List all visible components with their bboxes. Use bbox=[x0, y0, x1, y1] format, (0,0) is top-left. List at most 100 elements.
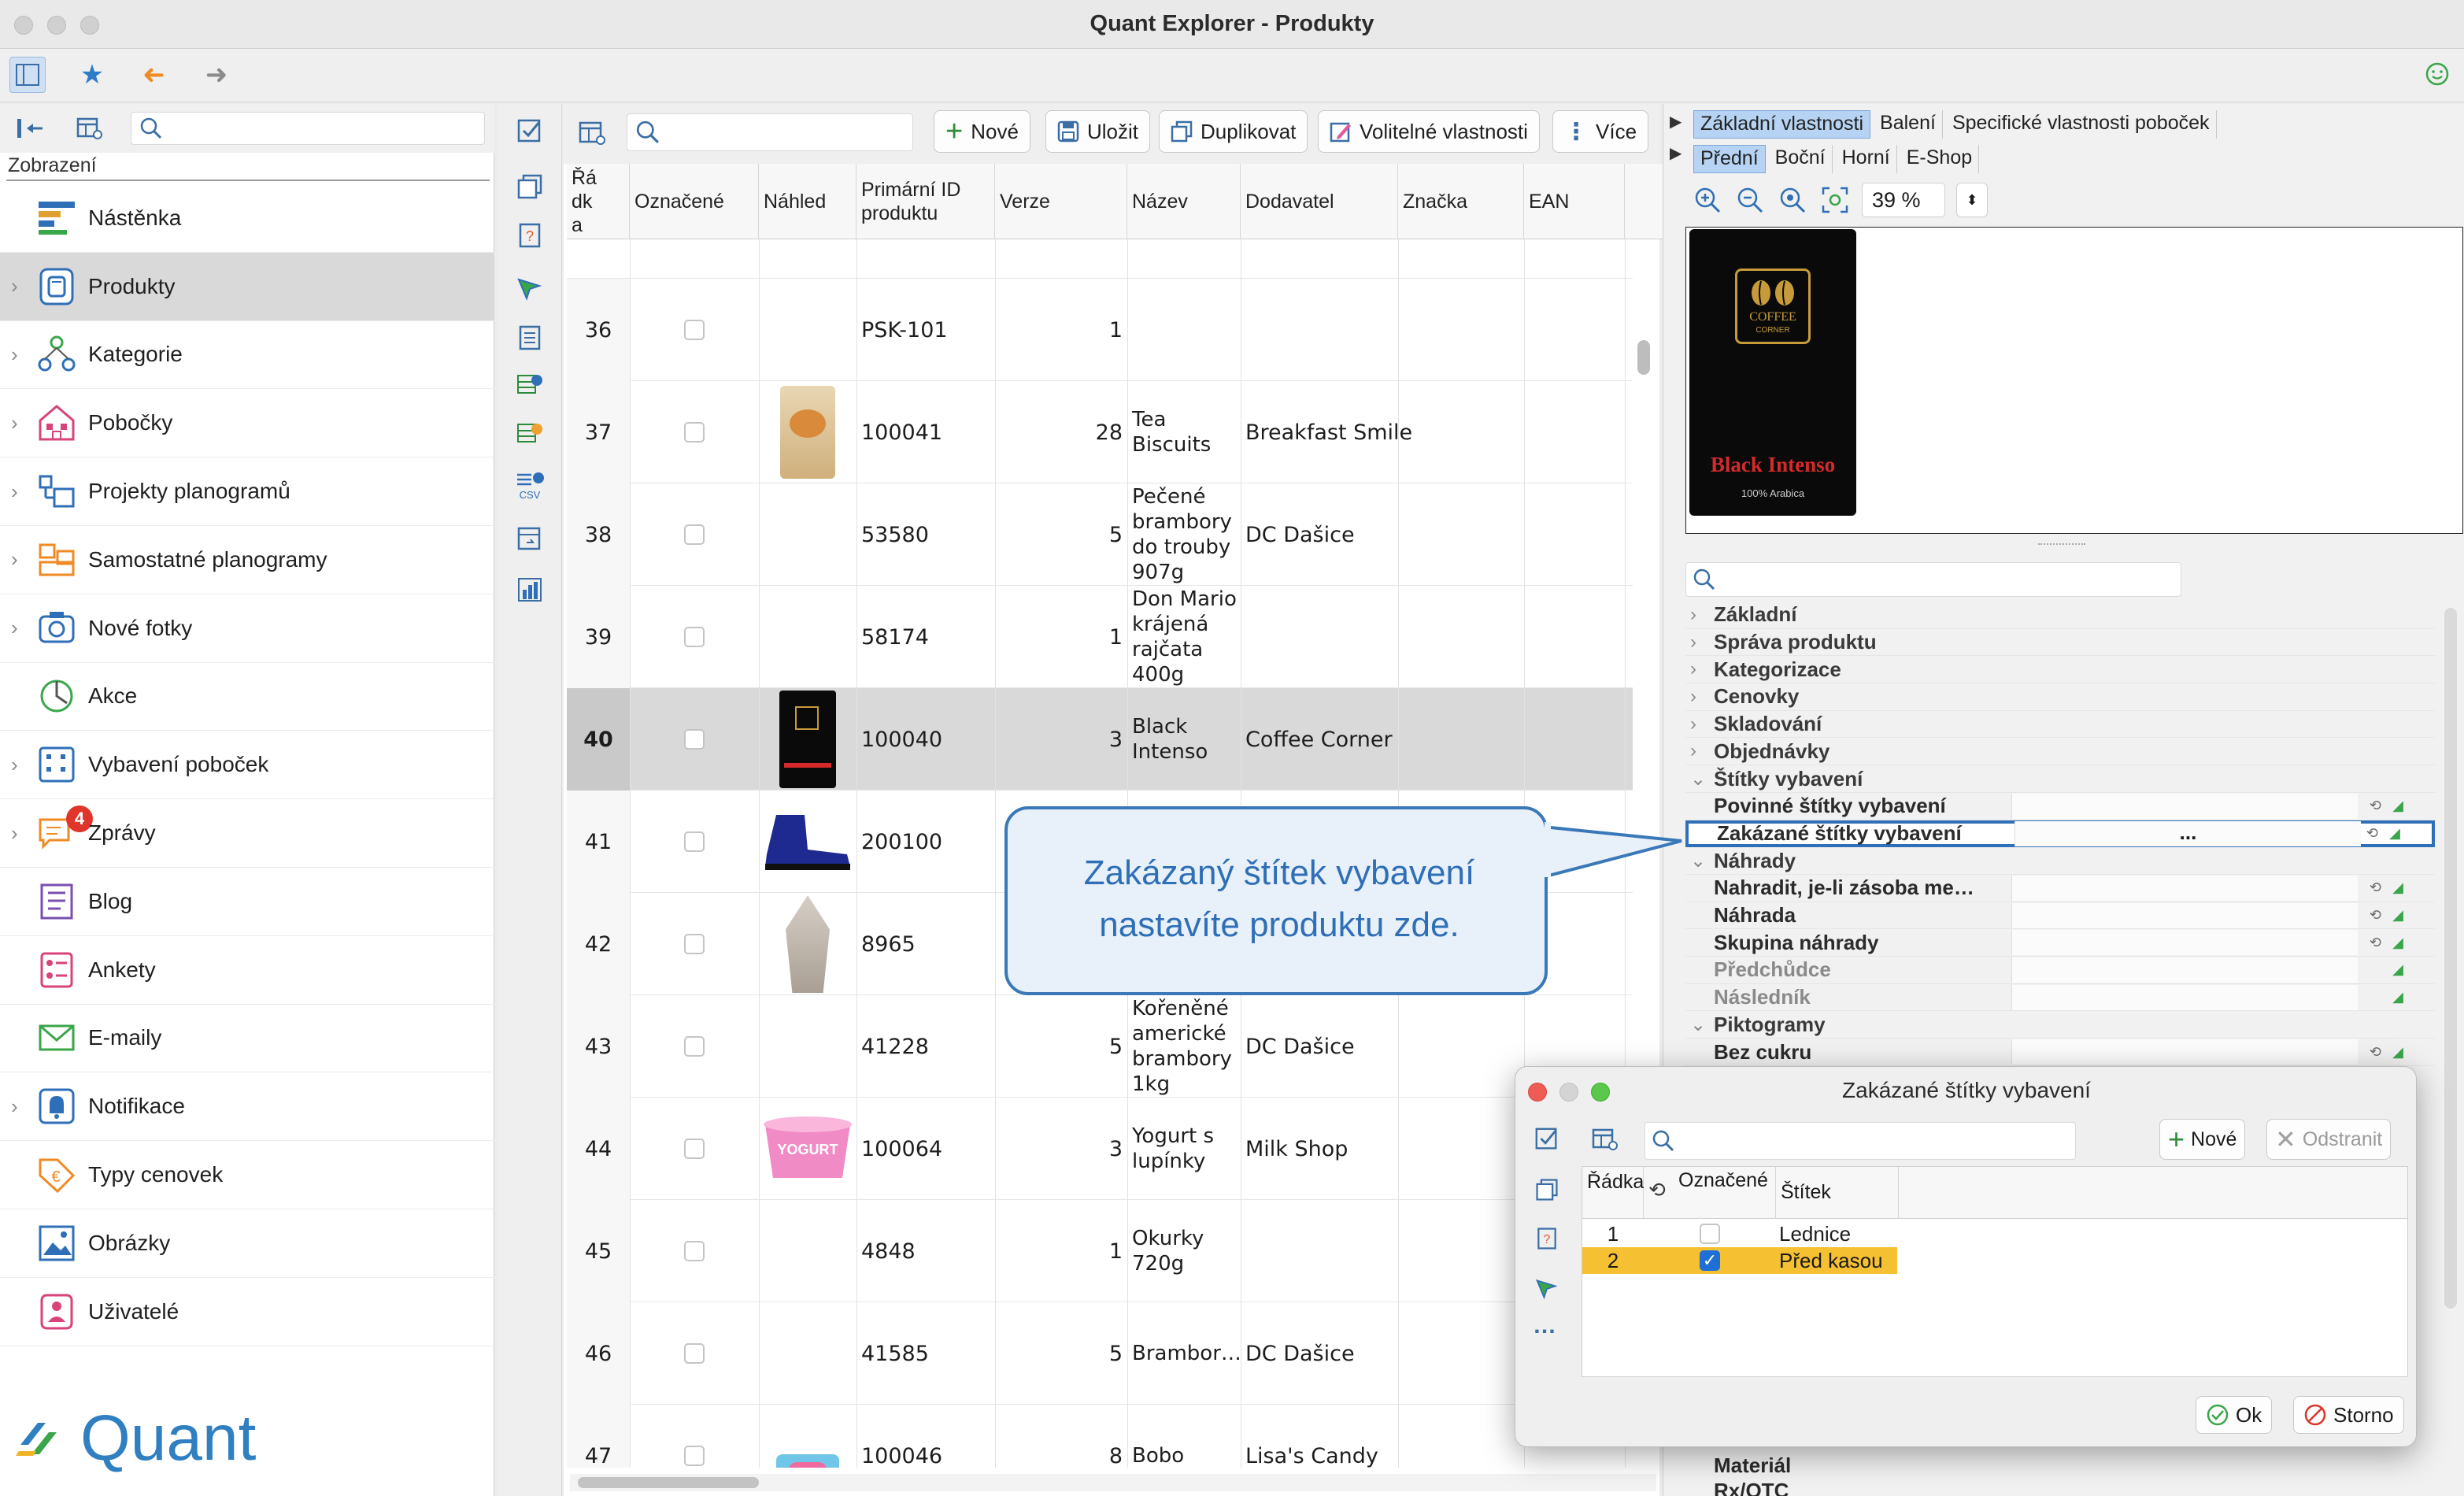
sidebar-item-image[interactable]: Obrázky bbox=[0, 1209, 494, 1278]
chevron-right-icon[interactable]: › bbox=[1690, 740, 1696, 762]
column-header-checked[interactable]: Označené bbox=[630, 164, 759, 239]
dialog-row-checkbox[interactable]: ✓ bbox=[1700, 1250, 1720, 1271]
copy-button[interactable] bbox=[510, 167, 549, 206]
chevron-right-icon[interactable]: › bbox=[11, 753, 18, 777]
table-row[interactable]: 37 100041 28 Tea Biscuits Breakfast Smile bbox=[567, 381, 1633, 483]
table-row-partial[interactable] bbox=[567, 239, 1633, 279]
table-horizontal-scrollbar[interactable] bbox=[570, 1474, 1656, 1491]
property-row[interactable]: Náhrada ⟲ ◢ bbox=[1685, 902, 2435, 930]
row-checkbox[interactable] bbox=[684, 729, 705, 750]
chevron-right-icon[interactable]: › bbox=[1690, 604, 1696, 626]
row-checkbox[interactable] bbox=[684, 627, 705, 647]
property-group[interactable]: › Správa produktu bbox=[1685, 629, 2435, 657]
reset-value-icon[interactable]: ⟲ bbox=[2370, 1044, 2381, 1061]
sidebar-item-user[interactable]: Uživatelé bbox=[0, 1278, 494, 1346]
statistics-button[interactable] bbox=[510, 570, 549, 609]
column-header-preview[interactable]: Náhled bbox=[759, 164, 856, 239]
property-row[interactable]: Následník ◢ bbox=[1685, 984, 2435, 1012]
property-group[interactable]: ⌄ Štítky vybavení bbox=[1685, 765, 2435, 793]
duplicate-button[interactable]: Duplikovat bbox=[1159, 110, 1308, 153]
tab-eshop-view[interactable]: E-Shop bbox=[1900, 145, 1980, 173]
inherit-value-icon[interactable]: ◢ bbox=[2392, 935, 2403, 951]
table-row[interactable]: 36 PSK-101 1 bbox=[567, 279, 1633, 381]
inherit-value-icon[interactable]: ◢ bbox=[2392, 989, 2403, 1005]
dialog-column-label[interactable]: Štítek bbox=[1776, 1167, 1899, 1219]
sidebar-search-input[interactable] bbox=[131, 112, 485, 145]
property-value-field[interactable] bbox=[2011, 1039, 2358, 1065]
dialog-map-pointer-button[interactable] bbox=[1530, 1272, 1564, 1306]
tab-front-view[interactable]: Přední bbox=[1693, 145, 1766, 173]
table-row[interactable]: 45 4848 1 Okurky 720g bbox=[567, 1200, 1633, 1302]
table-settings-button[interactable] bbox=[72, 112, 107, 145]
row-checkbox[interactable] bbox=[684, 320, 705, 340]
tab-top-view[interactable]: Horní bbox=[1836, 145, 1897, 173]
inherit-value-icon[interactable]: ◢ bbox=[2392, 1044, 2403, 1061]
more-button[interactable]: ⋮ Více bbox=[1552, 110, 1649, 153]
sidebar-item-bell[interactable]: › Notifikace bbox=[0, 1072, 494, 1142]
dialog-table-row[interactable]: 2 ✓ Před kasou bbox=[1582, 1247, 1897, 1274]
chevron-right-icon[interactable]: › bbox=[1690, 686, 1696, 708]
back-button[interactable]: ➜ bbox=[135, 57, 172, 93]
zoom-level-field[interactable]: 39 % bbox=[1862, 183, 1945, 217]
property-group[interactable]: ⌄ Piktogramy bbox=[1685, 1012, 2435, 1039]
row-checkbox[interactable] bbox=[684, 1446, 705, 1466]
sidebar-item-promotion[interactable]: Akce bbox=[0, 663, 494, 731]
horizontal-scroll-thumb[interactable] bbox=[578, 1477, 759, 1488]
table-row[interactable]: 44 YOGURT 100064 3 Yogurt s lupínky Milk Shop bbox=[567, 1098, 1633, 1200]
column-header-version[interactable]: Verze bbox=[995, 164, 1127, 239]
property-value-field[interactable] bbox=[2011, 957, 2358, 983]
chevron-right-icon[interactable]: › bbox=[1690, 658, 1696, 680]
panel-collapse-arrow-icon[interactable]: ▶ bbox=[1670, 143, 1682, 163]
chevron-down-icon[interactable]: ⌄ bbox=[1690, 768, 1706, 791]
table-row[interactable]: 39 58174 1 Don Mario krájená rajčata 400g bbox=[567, 586, 1633, 688]
table-row[interactable]: 43 41228 5 Kořeněné americké brambory 1kg DC… bbox=[567, 995, 1633, 1098]
zoom-in-button[interactable] bbox=[1692, 184, 1723, 216]
row-checkbox[interactable] bbox=[684, 524, 705, 545]
column-header-brand[interactable]: Značka bbox=[1398, 164, 1524, 239]
dialog-search-input[interactable] bbox=[1645, 1122, 2076, 1160]
chevron-right-icon[interactable]: › bbox=[11, 480, 18, 504]
property-group[interactable]: › Skladování bbox=[1685, 711, 2435, 739]
excel-export-button[interactable] bbox=[510, 416, 549, 455]
inherit-value-icon[interactable]: ◢ bbox=[2389, 825, 2400, 842]
property-row[interactable]: Předchůdce ◢ bbox=[1685, 957, 2435, 984]
column-header-supplier[interactable]: Dodavatel bbox=[1241, 164, 1398, 239]
property-row[interactable]: Povinné štítky vybavení ⟲ ◢ bbox=[1685, 793, 2435, 820]
toggle-sidebar-button[interactable] bbox=[9, 57, 46, 93]
sidebar-item-product[interactable]: › Produkty bbox=[0, 252, 494, 321]
new-product-button[interactable]: + Nové bbox=[934, 110, 1030, 153]
chevron-right-icon[interactable]: › bbox=[11, 616, 18, 640]
sidebar-item-survey[interactable]: Ankety bbox=[0, 936, 494, 1005]
forward-button[interactable]: ➜ bbox=[198, 57, 235, 93]
properties-scrollbar[interactable] bbox=[2444, 608, 2457, 1309]
chevron-right-icon[interactable]: › bbox=[1690, 631, 1696, 654]
dialog-cancel-button[interactable]: Storno bbox=[2293, 1396, 2404, 1434]
chevron-right-icon[interactable]: › bbox=[11, 821, 18, 846]
row-checkbox[interactable] bbox=[684, 934, 705, 954]
column-header-primary-id[interactable]: Primární ID produktu bbox=[856, 164, 995, 239]
tab-side-view[interactable]: Boční bbox=[1769, 145, 1833, 173]
property-group[interactable]: › Základní bbox=[1685, 602, 2435, 629]
sidebar-item-blog[interactable]: Blog bbox=[0, 868, 494, 936]
inherit-value-icon[interactable]: ◢ bbox=[2392, 879, 2403, 896]
property-group[interactable]: › Kategorizace bbox=[1685, 656, 2435, 684]
dialog-more-icon[interactable]: … bbox=[1533, 1313, 1556, 1339]
property-row[interactable]: Bez cukru ⟲ ◢ bbox=[1685, 1039, 2435, 1066]
excel-import-button[interactable] bbox=[510, 367, 549, 406]
property-value-field[interactable]: ... bbox=[2014, 820, 2361, 846]
reset-value-icon[interactable]: ⟲ bbox=[2370, 907, 2381, 924]
dialog-table-row[interactable]: 1 Lednice bbox=[1582, 1220, 1897, 1247]
dialog-new-button[interactable]: + Nové bbox=[2159, 1119, 2246, 1160]
dialog-remove-button[interactable]: ✕ Odstranit bbox=[2266, 1119, 2392, 1160]
dialog-table-settings-button[interactable] bbox=[1588, 1122, 1622, 1157]
prop-row-material[interactable]: Materiál bbox=[1685, 1450, 2435, 1479]
sidebar-item-dashboard[interactable]: Nástěnka bbox=[0, 184, 494, 253]
row-checkbox[interactable] bbox=[684, 831, 705, 852]
row-checkbox[interactable] bbox=[684, 1036, 705, 1057]
splitter-handle[interactable] bbox=[2038, 543, 2085, 546]
dialog-help-button[interactable]: ? bbox=[1530, 1221, 1564, 1256]
reset-value-icon[interactable]: ⟲ bbox=[2366, 825, 2378, 842]
reset-value-icon[interactable]: ⟲ bbox=[2370, 798, 2381, 814]
zoom-actual-button[interactable] bbox=[1777, 184, 1808, 216]
row-checkbox[interactable] bbox=[684, 422, 705, 443]
